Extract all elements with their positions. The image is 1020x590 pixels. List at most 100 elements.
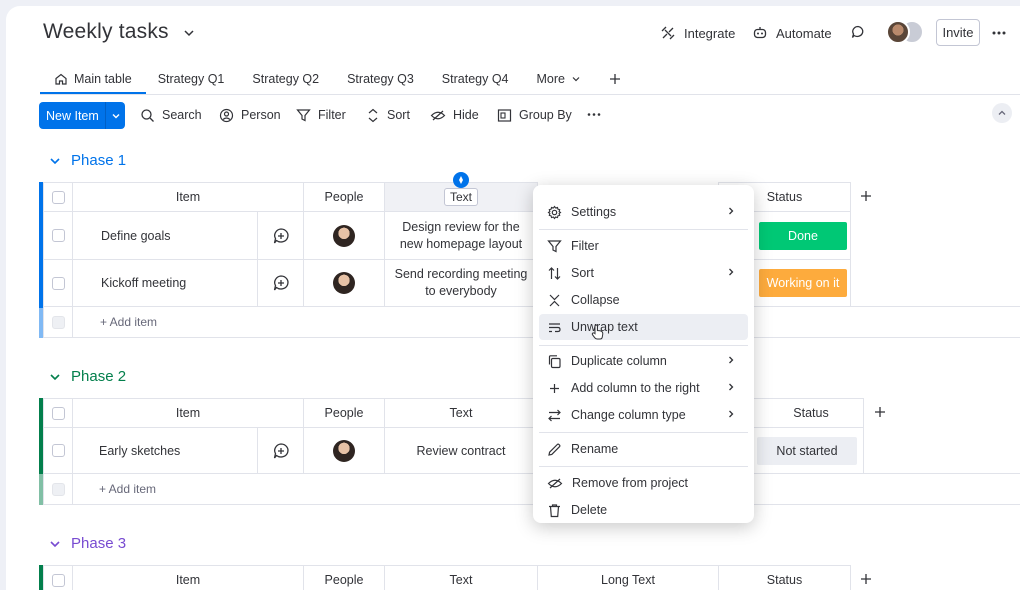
checkbox[interactable] bbox=[51, 573, 65, 587]
column-header-status[interactable]: Status bbox=[718, 565, 851, 590]
add-column-icon[interactable] bbox=[874, 406, 886, 418]
column-header-long-text[interactable]: Long Text bbox=[537, 565, 719, 590]
chevron-right-icon bbox=[726, 382, 736, 392]
group-header-phase-1[interactable]: Phase 1 bbox=[49, 152, 126, 169]
column-header-people[interactable]: People bbox=[303, 398, 385, 428]
menu-item-filter[interactable]: Filter bbox=[539, 233, 748, 259]
group-title[interactable]: Phase 2 bbox=[71, 368, 126, 385]
status-badge[interactable]: Done bbox=[759, 221, 847, 250]
menu-item-duplicate-column[interactable]: Duplicate column bbox=[539, 348, 748, 374]
group-title[interactable]: Phase 3 bbox=[71, 535, 126, 552]
search-icon bbox=[140, 108, 155, 123]
menu-item-label: Settings bbox=[571, 205, 617, 219]
column-header-text[interactable]: Text bbox=[384, 398, 538, 428]
checkbox[interactable] bbox=[51, 406, 65, 420]
group-title[interactable]: Phase 1 bbox=[71, 152, 126, 169]
chevron-down-icon[interactable] bbox=[49, 155, 61, 167]
menu-item-settings[interactable]: Settings bbox=[539, 199, 748, 225]
status-badge[interactable]: Working on it bbox=[759, 269, 847, 297]
column-header-text-label[interactable]: Text bbox=[443, 188, 478, 206]
item-name-cell[interactable]: Define goals bbox=[72, 211, 258, 260]
row-checkbox-cell[interactable] bbox=[43, 259, 73, 307]
checkbox[interactable] bbox=[51, 276, 65, 290]
sort-button[interactable]: Sort bbox=[366, 105, 410, 125]
column-header-text[interactable]: Text bbox=[384, 565, 538, 590]
add-comment-icon bbox=[272, 227, 290, 245]
tab-label: More bbox=[536, 72, 565, 86]
column-header-item[interactable]: Item bbox=[72, 565, 304, 590]
column-header-people[interactable]: People bbox=[303, 182, 385, 212]
tab-label: Strategy Q3 bbox=[347, 72, 414, 86]
text-cell[interactable]: Review contract bbox=[384, 427, 538, 474]
integrate-button[interactable]: Integrate bbox=[660, 22, 735, 44]
menu-item-delete[interactable]: Delete bbox=[539, 497, 748, 523]
people-cell[interactable] bbox=[303, 211, 385, 260]
menu-item-collapse[interactable]: Collapse bbox=[539, 287, 748, 313]
column-header-item[interactable]: Item bbox=[72, 398, 304, 428]
menu-item-label: Filter bbox=[571, 239, 599, 253]
menu-item-remove-from-project[interactable]: Remove from project bbox=[539, 470, 748, 496]
column-header-people[interactable]: People bbox=[303, 565, 385, 590]
group-by-button[interactable]: Group By bbox=[497, 105, 572, 125]
select-all-checkbox-cell[interactable] bbox=[43, 398, 73, 428]
search-button[interactable]: Search bbox=[140, 105, 202, 125]
menu-item-label: Sort bbox=[571, 266, 594, 280]
menu-item-add-column-right[interactable]: Add column to the right bbox=[539, 375, 748, 401]
text-cell[interactable]: Send recording meeting to everybody bbox=[384, 259, 538, 307]
select-all-checkbox-cell[interactable] bbox=[43, 565, 73, 590]
column-drag-indicator-icon[interactable] bbox=[453, 172, 469, 188]
collapse-toolbar-button[interactable] bbox=[992, 103, 1012, 123]
invite-button[interactable]: Invite bbox=[936, 19, 980, 46]
tab-strategy-q1[interactable]: Strategy Q1 bbox=[146, 66, 239, 92]
chevron-down-icon[interactable] bbox=[49, 538, 61, 550]
add-update-button[interactable] bbox=[257, 427, 304, 474]
person-filter-button[interactable]: Person bbox=[219, 105, 281, 125]
add-column-icon[interactable] bbox=[860, 573, 872, 585]
hide-button[interactable]: Hide bbox=[430, 105, 479, 125]
new-item-button[interactable]: New Item bbox=[39, 102, 125, 129]
chevron-down-icon[interactable] bbox=[106, 111, 125, 121]
status-badge[interactable]: Not started bbox=[757, 436, 857, 465]
menu-item-sort[interactable]: Sort bbox=[539, 260, 748, 286]
more-options-icon[interactable] bbox=[991, 30, 1007, 36]
group-header-phase-2[interactable]: Phase 2 bbox=[49, 368, 126, 385]
add-view-button[interactable] bbox=[595, 66, 635, 92]
people-cell[interactable] bbox=[303, 259, 385, 307]
add-update-button[interactable] bbox=[257, 259, 304, 307]
checkbox[interactable] bbox=[51, 444, 65, 457]
tab-strategy-q4[interactable]: Strategy Q4 bbox=[428, 66, 523, 92]
item-name-cell[interactable]: Kickoff meeting bbox=[72, 259, 258, 307]
select-all-checkbox-cell[interactable] bbox=[43, 182, 73, 212]
checkbox[interactable] bbox=[51, 229, 65, 242]
tab-main-table[interactable]: Main table bbox=[40, 66, 146, 94]
change-type-icon bbox=[547, 408, 562, 423]
group-header-phase-3[interactable]: Phase 3 bbox=[49, 535, 126, 552]
comment-icon[interactable] bbox=[850, 24, 866, 40]
menu-divider bbox=[539, 345, 748, 346]
add-update-button[interactable] bbox=[257, 211, 304, 260]
automate-button[interactable]: Automate bbox=[752, 22, 832, 44]
tab-label: Main table bbox=[74, 72, 132, 86]
tab-more[interactable]: More bbox=[523, 66, 595, 92]
menu-item-label: Collapse bbox=[571, 293, 620, 307]
column-header-item[interactable]: Item bbox=[72, 182, 304, 212]
filter-button[interactable]: Filter bbox=[296, 105, 346, 125]
board-title[interactable]: Weekly tasks bbox=[43, 20, 169, 44]
text-cell[interactable]: Design review for the new homepage layou… bbox=[384, 211, 538, 260]
menu-item-change-column-type[interactable]: Change column type bbox=[539, 402, 748, 428]
row-checkbox-cell[interactable] bbox=[43, 211, 73, 260]
row-checkbox-cell bbox=[43, 306, 73, 338]
row-checkbox-cell[interactable] bbox=[43, 427, 73, 474]
avatar-stack[interactable] bbox=[886, 20, 924, 44]
item-name-cell[interactable]: Early sketches bbox=[72, 427, 258, 474]
more-options-icon[interactable] bbox=[587, 112, 601, 117]
chevron-down-icon[interactable] bbox=[183, 27, 195, 39]
tab-strategy-q2[interactable]: Strategy Q2 bbox=[238, 66, 333, 92]
menu-item-unwrap-text[interactable]: Unwrap text bbox=[539, 314, 748, 340]
add-column-icon[interactable] bbox=[860, 190, 872, 202]
menu-item-rename[interactable]: Rename bbox=[539, 436, 748, 462]
checkbox[interactable] bbox=[51, 190, 65, 204]
tab-strategy-q3[interactable]: Strategy Q3 bbox=[333, 66, 428, 92]
chevron-down-icon[interactable] bbox=[49, 371, 61, 383]
people-cell[interactable] bbox=[303, 427, 385, 474]
